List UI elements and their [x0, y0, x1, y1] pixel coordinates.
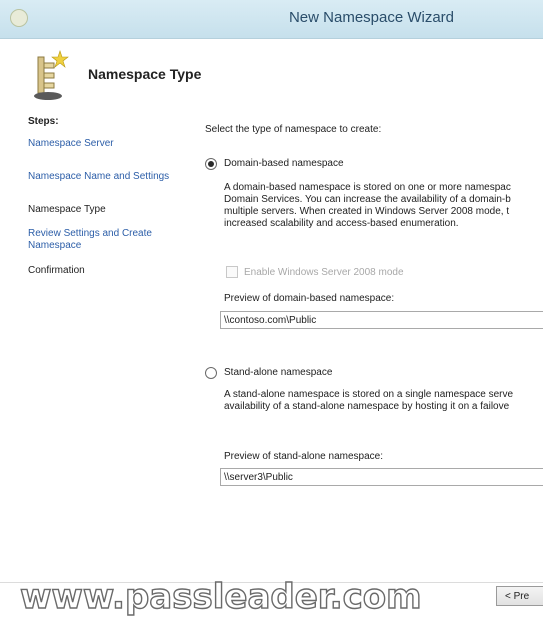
instruction-text: Select the type of namespace to create: [205, 124, 382, 135]
step-review-settings[interactable]: Review Settings and Create Namespace [28, 228, 178, 252]
domain-preview-label: Preview of domain-based namespace: [224, 293, 395, 304]
previous-button[interactable]: < Pre [496, 586, 543, 606]
title-bar: New Namespace Wizard [0, 0, 543, 39]
enable-2008-mode-label: Enable Windows Server 2008 mode [244, 267, 404, 278]
domain-description-line: increased scalability and access-based e… [224, 218, 459, 229]
step-namespace-server[interactable]: Namespace Server [28, 138, 193, 150]
standalone-description-line: A stand-alone namespace is stored on a s… [224, 389, 514, 400]
domain-description-line: Domain Services. You can increase the av… [224, 194, 511, 205]
stand-alone-label[interactable]: Stand-alone namespace [224, 367, 332, 378]
watermark: www.passleader.com [19, 576, 422, 617]
domain-based-radio[interactable] [205, 158, 217, 170]
step-namespace-type: Namespace Type [28, 204, 106, 215]
stand-alone-radio[interactable] [205, 367, 217, 379]
window-title: New Namespace Wizard [288, 9, 455, 26]
domain-preview-field: \\contoso.com\Public [220, 311, 543, 329]
domain-based-label[interactable]: Domain-based namespace [224, 158, 344, 169]
standalone-preview-label: Preview of stand-alone namespace: [224, 451, 383, 462]
step-confirmation: Confirmation [28, 265, 85, 276]
steps-heading: Steps: [28, 116, 59, 127]
content-pane: Select the type of namespace to create: … [205, 108, 543, 578]
page-title: Namespace Type [88, 66, 202, 82]
enable-2008-mode-checkbox[interactable] [226, 266, 238, 278]
domain-description-line: A domain-based namespace is stored on on… [224, 182, 511, 193]
step-namespace-name-settings[interactable]: Namespace Name and Settings [28, 171, 193, 183]
standalone-description-line: availability of a stand-alone namespace … [224, 401, 510, 412]
namespace-wizard-icon [34, 50, 69, 100]
domain-description-line: multiple servers. When created in Window… [224, 206, 510, 217]
standalone-preview-field: \\server3\Public [220, 468, 543, 486]
wizard-header: Namespace Type [0, 39, 543, 107]
